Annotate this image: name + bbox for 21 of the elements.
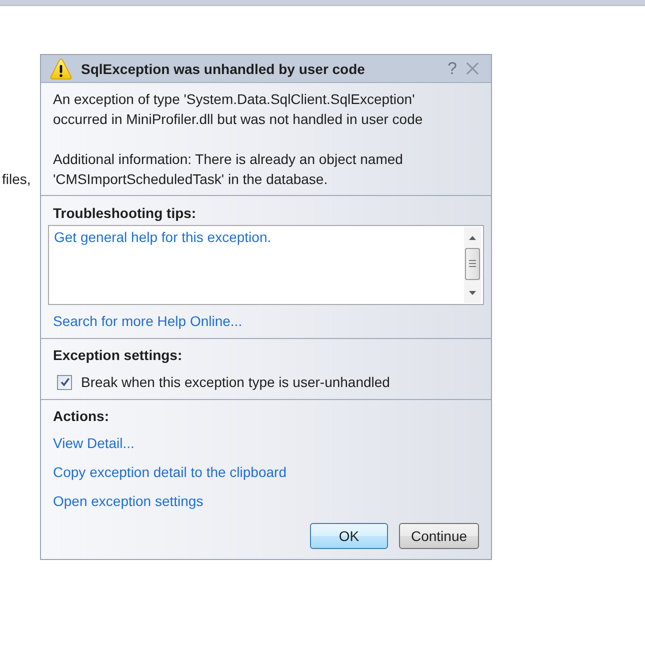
checkbox-label: Break when this exception type is user-unhandled <box>81 373 390 392</box>
action-link[interactable]: View Detail... <box>53 433 134 453</box>
exception-message: An exception of type 'System.Data.SqlClient.SqlException' occurred in MiniProfiler.dll but was not handled in user code <box>53 90 424 129</box>
help-online-link[interactable]: Search for more Help Online... <box>53 311 242 331</box>
help-button[interactable]: ? <box>448 58 457 78</box>
section-heading: Troubleshooting tips: <box>53 204 198 223</box>
section-heading: Actions: <box>53 407 110 426</box>
scroll-down-icon[interactable] <box>469 291 476 295</box>
dialog-title: SqlException was unhandled by user code <box>81 60 366 76</box>
ok-button[interactable]: OK <box>310 523 388 549</box>
scroll-up-icon[interactable] <box>469 236 476 240</box>
section-heading: Exception settings: <box>53 346 184 365</box>
additional-information: Additional information: There is already an object named 'CMSImportScheduledTask' in the database. <box>53 150 404 189</box>
action-link[interactable]: Open exception settings <box>53 491 204 511</box>
continue-button[interactable]: Continue <box>399 523 479 549</box>
background-text: files, <box>2 171 31 187</box>
tip-link[interactable]: Get general help for this exception. <box>54 227 272 247</box>
checkbox[interactable] <box>57 374 72 390</box>
warning-icon <box>50 58 72 80</box>
scroll-thumb[interactable] <box>465 248 480 280</box>
action-link[interactable]: Copy exception detail to the clipboard <box>53 462 286 482</box>
